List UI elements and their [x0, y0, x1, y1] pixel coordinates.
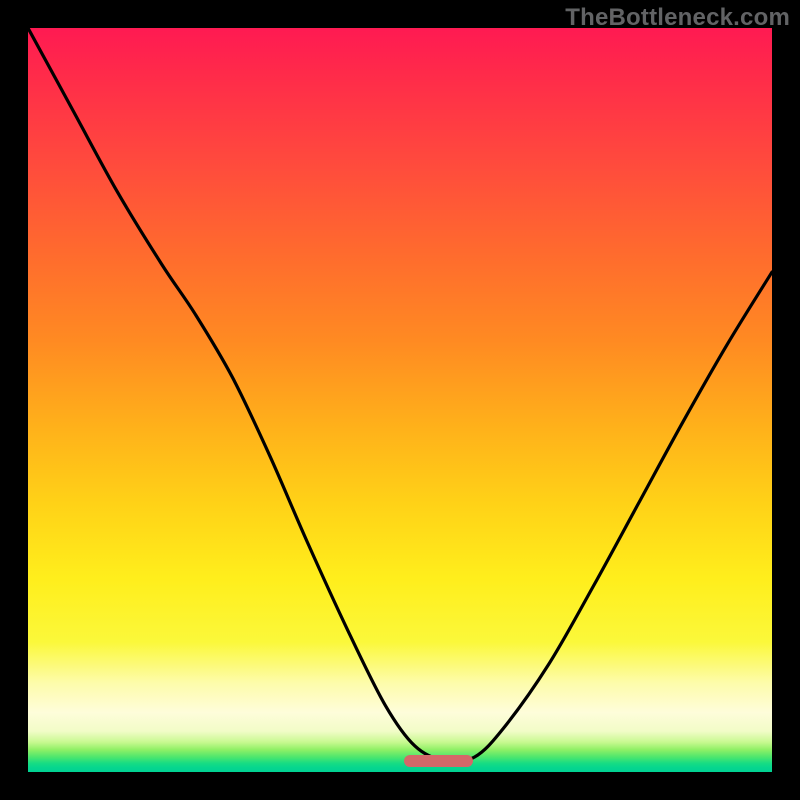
bottleneck-curve: [28, 28, 772, 772]
watermark-text: TheBottleneck.com: [565, 4, 790, 32]
optimal-range-marker: [404, 755, 472, 767]
chart-frame: TheBottleneck.com: [0, 0, 800, 800]
plot-area: [28, 28, 772, 772]
